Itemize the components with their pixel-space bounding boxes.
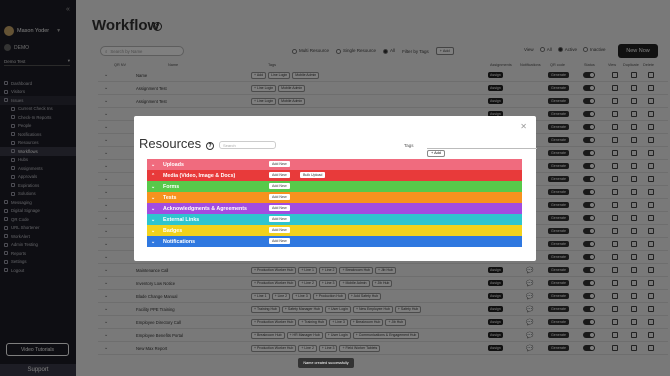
resource-categories: ⌄ Uploads Add New ⌃ Media (Video, Image & Do… bbox=[147, 159, 522, 247]
chevron-down-icon[interactable]: ⌄ bbox=[151, 217, 155, 223]
tags-field[interactable]: + Add bbox=[427, 141, 537, 157]
add-new-button[interactable]: Add New bbox=[269, 216, 290, 222]
category-label: Tests bbox=[163, 194, 177, 201]
category-uploads[interactable]: ⌄ Uploads Add New bbox=[147, 159, 522, 170]
tags-add-button[interactable]: + Add bbox=[427, 150, 445, 157]
category-label: Uploads bbox=[163, 161, 184, 168]
category-external-links[interactable]: ⌄ External Links Add New bbox=[147, 214, 522, 225]
category-forms[interactable]: ⌄ Forms Add New bbox=[147, 181, 522, 192]
category-label: Notifications bbox=[163, 238, 196, 245]
chevron-up-icon[interactable]: ⌃ bbox=[151, 173, 155, 179]
add-new-button[interactable]: Add New bbox=[269, 161, 290, 167]
toast-message: Name created successfully bbox=[298, 358, 354, 368]
modal-search-input[interactable]: Search bbox=[219, 141, 276, 149]
category-label: Forms bbox=[163, 183, 180, 190]
add-new-button[interactable]: Add New bbox=[269, 172, 290, 178]
chevron-down-icon[interactable]: ⌄ bbox=[151, 162, 155, 168]
add-new-button[interactable]: Add New bbox=[269, 227, 290, 233]
add-new-button[interactable]: Add New bbox=[269, 205, 290, 211]
category-label: External Links bbox=[163, 216, 200, 223]
resources-modal: ✕ Resources ? Search Tags + Add ⌄ Uploads… bbox=[134, 116, 537, 261]
category-acknowledgments-agreements[interactable]: ⌄ Acknowledgments & Agreements Add New bbox=[147, 203, 522, 214]
tags-label: Tags bbox=[404, 143, 414, 148]
chevron-down-icon[interactable]: ⌄ bbox=[151, 228, 155, 234]
category-media-video-image-docs-[interactable]: ⌃ Media (Video, Image & Docs) Add New Bulk … bbox=[147, 170, 522, 181]
add-new-button[interactable]: Add New bbox=[269, 238, 290, 244]
close-icon[interactable]: ✕ bbox=[520, 122, 527, 131]
category-label: Acknowledgments & Agreements bbox=[163, 205, 247, 212]
chevron-down-icon[interactable]: ⌄ bbox=[151, 195, 155, 201]
chevron-down-icon[interactable]: ⌄ bbox=[151, 184, 155, 190]
category-label: Badges bbox=[163, 227, 183, 234]
category-notifications[interactable]: ⌄ Notifications Add New bbox=[147, 236, 522, 247]
category-tests[interactable]: ⌄ Tests Add New bbox=[147, 192, 522, 203]
help-circle-icon[interactable]: ? bbox=[206, 142, 214, 150]
modal-title: Resources bbox=[139, 136, 202, 151]
app: « Mason Yoder ▼ DEMO Demo Test ▾ Dashboa… bbox=[0, 0, 670, 376]
category-badges[interactable]: ⌄ Badges Add New bbox=[147, 225, 522, 236]
add-new-button[interactable]: Add New bbox=[269, 183, 290, 189]
add-new-button[interactable]: Add New bbox=[269, 194, 290, 200]
category-label: Media (Video, Image & Docs) bbox=[163, 172, 236, 179]
chevron-down-icon[interactable]: ⌄ bbox=[151, 239, 155, 245]
chevron-down-icon[interactable]: ⌄ bbox=[151, 206, 155, 212]
bulk-upload-button[interactable]: Bulk Upload bbox=[300, 172, 326, 178]
